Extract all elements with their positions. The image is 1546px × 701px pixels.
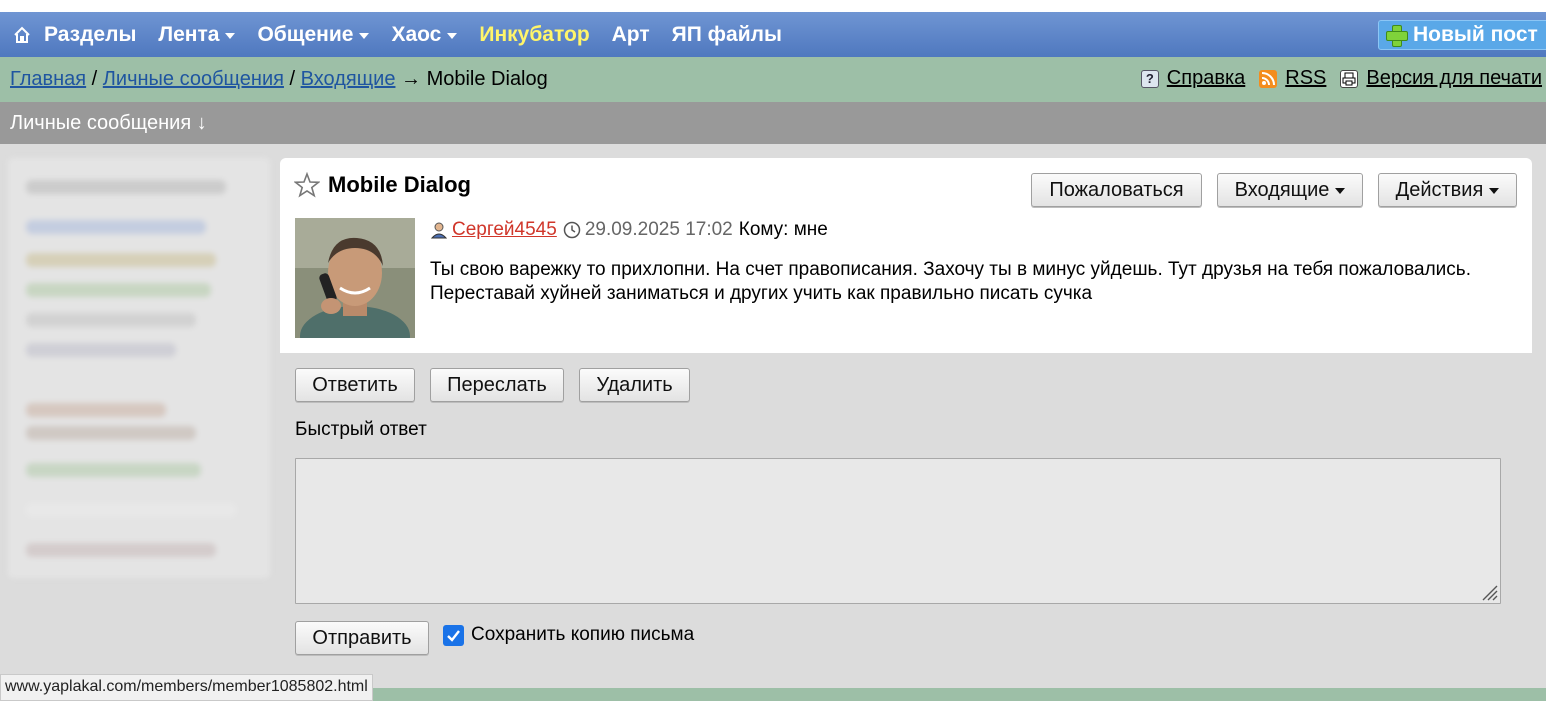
report-label: Пожаловаться (1049, 178, 1184, 201)
inbox-dropdown-button[interactable]: Входящие (1217, 173, 1363, 207)
nav-label: Лента (158, 22, 220, 46)
print-version-link[interactable]: Версия для печати (1366, 67, 1542, 90)
chevron-down-icon (359, 32, 370, 39)
rss-icon (1259, 69, 1278, 88)
quick-reply-textarea[interactable] (295, 458, 1501, 604)
sidebar-row (26, 503, 236, 517)
sidebar-row (26, 543, 216, 557)
check-icon (447, 629, 460, 642)
nav-label: Инкубатор (479, 22, 590, 46)
nav-label: ЯП файлы (671, 22, 782, 46)
sidebar-row (26, 253, 216, 267)
nav-label: Хаос (391, 22, 442, 46)
resize-grip-icon[interactable] (1478, 581, 1498, 601)
message-recipient: Кому: мне (738, 219, 828, 240)
nav-inkubator[interactable]: Инкубатор (479, 23, 589, 47)
inbox-label: Входящие (1234, 178, 1330, 201)
send-button[interactable]: Отправить (295, 621, 429, 655)
delete-label: Удалить (596, 373, 673, 396)
quick-reply-label: Быстрый ответ (295, 419, 427, 440)
message-title-row: Mobile Dialog (294, 172, 471, 198)
author-link[interactable]: Сергей4545 (452, 219, 557, 241)
home-button[interactable] (0, 12, 44, 57)
page-tools: ? Справка RSS Версия для печати (1127, 67, 1542, 90)
save-copy-option[interactable]: Сохранить копию письма (443, 624, 694, 646)
chevron-down-icon (1489, 188, 1500, 194)
breadcrumb-separator: / (86, 68, 103, 90)
printer-icon (1340, 69, 1359, 88)
sidebar-row (26, 463, 201, 477)
new-post-label: Новый пост (1413, 23, 1538, 46)
nav-razdely[interactable]: Разделы (44, 23, 136, 47)
breadcrumb-messages-link[interactable]: Личные сообщения (103, 68, 284, 90)
nav-haos[interactable]: Хаос (391, 22, 458, 47)
sidebar-row (26, 313, 196, 327)
forward-button[interactable]: Переслать (430, 368, 564, 402)
rss-link[interactable]: RSS (1285, 67, 1326, 90)
author-avatar[interactable] (295, 218, 415, 338)
actions-dropdown-button[interactable]: Действия (1378, 173, 1517, 207)
section-header[interactable]: Личные сообщения ↓ (0, 102, 1546, 144)
sidebar-row (26, 426, 196, 440)
reply-label: Ответить (312, 373, 398, 396)
help-link[interactable]: Справка (1167, 67, 1245, 90)
message-title: Mobile Dialog (328, 172, 471, 197)
top-strip (0, 0, 1546, 12)
nav-art[interactable]: Арт (612, 23, 650, 47)
sidebar-row (26, 283, 211, 297)
help-icon: ? (1140, 69, 1159, 88)
save-copy-label: Сохранить копию письма (471, 624, 695, 645)
actions-label: Действия (1395, 178, 1484, 201)
nav-yp-faily[interactable]: ЯП файлы (672, 23, 782, 47)
new-post-button[interactable]: Новый пост (1378, 20, 1546, 50)
delete-button[interactable]: Удалить (579, 368, 690, 402)
breadcrumb-home-link[interactable]: Главная (10, 68, 86, 90)
sidebar-row (26, 180, 226, 194)
rss-tool: RSS (1259, 67, 1326, 90)
nav-label: Арт (611, 22, 650, 46)
help-tool: ? Справка (1140, 67, 1245, 90)
nav-label: Общение (257, 22, 354, 46)
clock-icon (563, 221, 581, 239)
sidebar-row (26, 403, 166, 417)
star-icon[interactable] (294, 172, 320, 198)
message-datetime: 29.09.2025 17:02 (584, 219, 733, 240)
breadcrumb-inbox-link[interactable]: Входящие (301, 68, 396, 90)
nav-lenta[interactable]: Лента (158, 22, 236, 47)
breadcrumb: Главная / Личные сообщения / Входящие → … (10, 68, 548, 91)
nav-obshchenie[interactable]: Общение (257, 22, 370, 47)
sidebar-blurred (8, 158, 270, 578)
chevron-down-icon (447, 32, 458, 39)
status-bar-url: www.yaplakal.com/members/member1085802.h… (0, 674, 373, 701)
sidebar-row (26, 220, 206, 234)
reply-button[interactable]: Ответить (295, 368, 415, 402)
forward-label: Переслать (447, 373, 547, 396)
nav-label: Разделы (44, 22, 137, 46)
sidebar-row (26, 343, 176, 357)
message-body: Ты свою варежку то прихлопни. На счет пр… (430, 259, 1471, 304)
plus-icon (1385, 24, 1408, 47)
breadcrumb-bar: Главная / Личные сообщения / Входящие → … (0, 57, 1546, 102)
breadcrumb-arrow: → (395, 68, 427, 90)
send-label: Отправить (312, 626, 412, 649)
save-copy-checkbox[interactable] (443, 624, 464, 646)
report-button[interactable]: Пожаловаться (1031, 173, 1202, 207)
breadcrumb-current: Mobile Dialog (426, 68, 548, 90)
user-icon (430, 222, 448, 239)
chevron-down-icon (1335, 188, 1346, 194)
home-icon (14, 26, 30, 43)
main-navbar: Разделы Лента Общение Хаос Инкубатор Арт… (0, 12, 1546, 57)
breadcrumb-separator: / (283, 68, 301, 90)
print-tool: Версия для печати (1340, 67, 1542, 90)
message-meta: Сергей4545 29.09.2025 17:02 Кому: мне (430, 219, 828, 241)
chevron-down-icon (225, 32, 236, 39)
